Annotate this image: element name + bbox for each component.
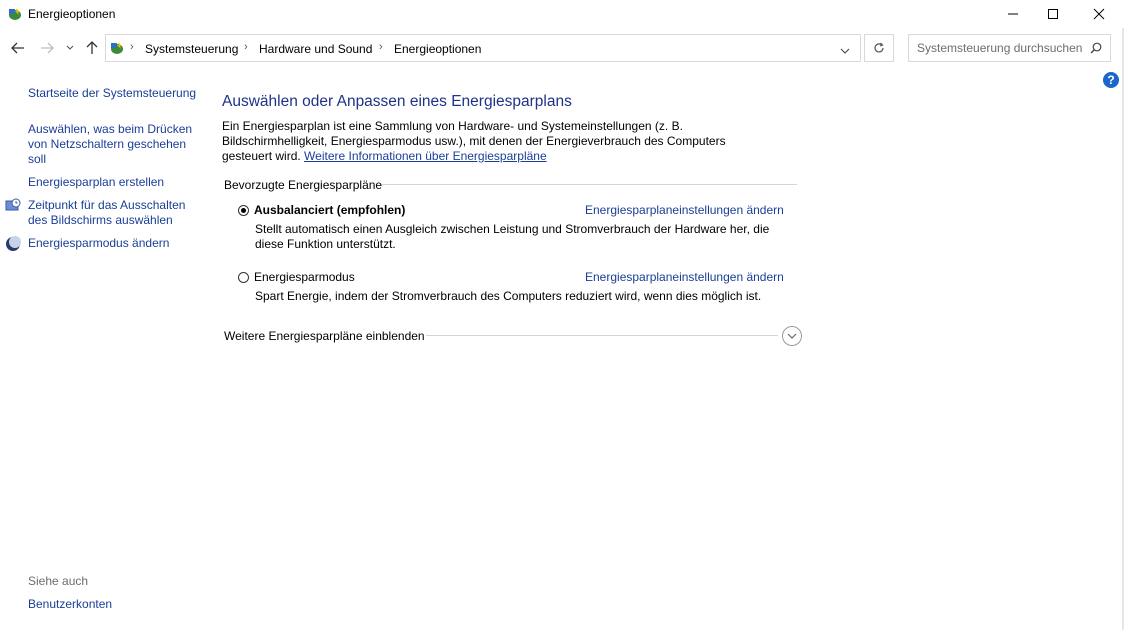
see-also-label: Siehe auch	[28, 574, 89, 588]
up-button[interactable]	[82, 38, 102, 58]
chevron-down-icon	[787, 333, 797, 339]
refresh-button[interactable]	[864, 34, 894, 62]
sidebar-home-link[interactable]: Startseite der Systemsteuerung	[28, 86, 198, 101]
recent-locations-button[interactable]	[62, 38, 78, 58]
close-icon	[1093, 8, 1105, 20]
plan-radio-power-saver[interactable]	[238, 272, 249, 283]
forward-button[interactable]	[37, 38, 57, 58]
chevron-right-icon: ›	[244, 41, 248, 53]
address-bar[interactable]: › Systemsteuerung › Hardware und Sound ›…	[105, 34, 861, 62]
window-title: Energieoptionen	[28, 7, 116, 21]
refresh-icon	[874, 42, 884, 53]
window-edge	[1122, 28, 1124, 630]
moon-icon	[5, 236, 21, 252]
search-input[interactable]	[917, 41, 1087, 55]
more-plans-divider	[426, 335, 778, 336]
search-icon	[1090, 42, 1102, 57]
plan-name-balanced[interactable]: Ausbalanciert (empfohlen)	[254, 203, 405, 217]
plan-settings-link-balanced[interactable]: Energiesparplaneinstellungen ändern	[585, 203, 784, 217]
plan-radio-balanced[interactable]	[238, 205, 249, 216]
address-dropdown-button[interactable]	[840, 44, 850, 58]
minimize-icon	[1008, 13, 1018, 15]
back-button[interactable]	[8, 38, 28, 58]
chevron-down-icon	[66, 45, 74, 50]
more-plans-label[interactable]: Weitere Energiesparpläne einblenden	[224, 329, 425, 343]
breadcrumb-item[interactable]: Systemsteuerung	[145, 42, 238, 56]
help-icon[interactable]: ?	[1103, 72, 1119, 88]
breadcrumb-item[interactable]: Energieoptionen	[394, 42, 481, 56]
search-box[interactable]	[908, 34, 1111, 62]
arrow-left-icon	[11, 42, 24, 54]
see-also-user-accounts[interactable]: Benutzerkonten	[28, 597, 112, 612]
sidebar-task-create-plan[interactable]: Energiesparplan erstellen	[28, 175, 198, 190]
plan-description-balanced: Stellt automatisch einen Ausgleich zwisc…	[255, 222, 770, 251]
page-description: Ein Energiesparplan ist eine Sammlung vo…	[222, 119, 762, 164]
sidebar-task-display-off[interactable]: Zeitpunkt für das Ausschalten des Bildsc…	[28, 198, 198, 228]
expand-more-plans-button[interactable]	[782, 326, 802, 346]
breadcrumb-item[interactable]: Hardware und Sound	[259, 42, 372, 56]
arrow-right-icon	[41, 42, 54, 54]
title-bar: Energieoptionen	[0, 0, 1127, 28]
maximize-icon	[1048, 9, 1058, 19]
sidebar-task-power-buttons[interactable]: Auswählen, was beim Drücken von Netzscha…	[28, 122, 196, 167]
chevron-down-icon	[840, 48, 850, 54]
arrow-up-icon	[86, 41, 98, 54]
more-info-link[interactable]: Weitere Informationen über Energiesparpl…	[304, 149, 547, 163]
chevron-right-icon: ›	[130, 41, 134, 53]
page-title: Auswählen oder Anpassen eines Energiespa…	[222, 93, 572, 110]
preferred-plans-label: Bevorzugte Energiesparpläne	[224, 178, 383, 192]
display-clock-icon	[5, 198, 21, 214]
plan-name-power-saver[interactable]: Energiesparmodus	[254, 270, 355, 284]
chevron-right-icon: ›	[379, 41, 383, 53]
plan-settings-link-power-saver[interactable]: Energiesparplaneinstellungen ändern	[585, 270, 784, 284]
section-divider	[382, 184, 797, 185]
power-options-icon	[7, 6, 23, 22]
plan-description-power-saver: Spart Energie, indem der Stromverbrauch …	[255, 289, 762, 303]
close-button[interactable]	[1076, 0, 1122, 28]
control-panel-icon	[109, 40, 125, 56]
sidebar-task-sleep[interactable]: Energiesparmodus ändern	[28, 236, 198, 251]
maximize-button[interactable]	[1030, 0, 1076, 28]
